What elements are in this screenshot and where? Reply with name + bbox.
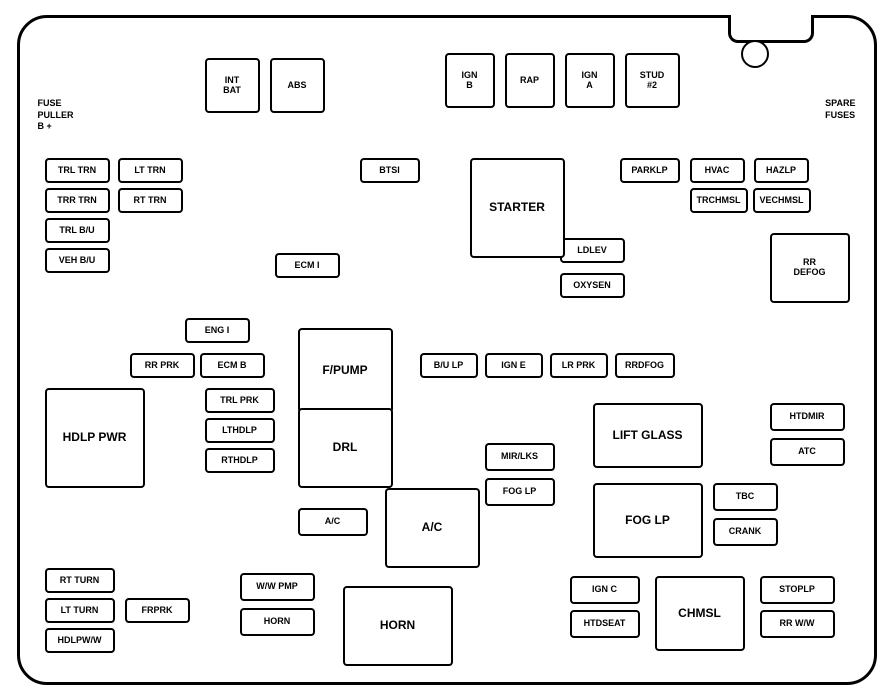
fuse-mir_lks: MIR/LKS (485, 443, 555, 471)
fuse-horn_sm: HORN (240, 608, 315, 636)
fuse-trl_trn: TRL TRN (45, 158, 110, 183)
fuse-trl_prk: TRL PRK (205, 388, 275, 413)
fuse-trr_trn: TRR TRN (45, 188, 110, 213)
fuse-htdseat: HTDSEAT (570, 610, 640, 638)
fuse-rthdlp: RTHDLP (205, 448, 275, 473)
fuse-layout: INTBATABS IGNBRAPIGNASTUD#2 TRL TRN LT TRN T… (30, 28, 864, 672)
fuse-starter: STARTER (470, 158, 565, 258)
fuse-trchmsl: TRCHMSL (690, 188, 748, 213)
fuse-crank: CRANK (713, 518, 778, 546)
fuse-btsi: BTSI (360, 158, 420, 183)
fuse-chmsl: CHMSL (655, 576, 745, 651)
fuse-ign_c: IGN C (570, 576, 640, 604)
fuse-rr_ww: RR W/W (760, 610, 835, 638)
fuse-drl: DRL (298, 408, 393, 488)
fuse-lr_prk: LR PRK (550, 353, 608, 378)
fuse-rt_trn: RT TRN (118, 188, 183, 213)
fuse-ecm_i: ECM I (275, 253, 340, 278)
fuse-stoplp: STOPLP (760, 576, 835, 604)
fuse-abs: ABS (270, 58, 325, 113)
fuse-horn: HORN (343, 586, 453, 666)
fuse-hazlp: HAZLP (754, 158, 809, 183)
fuse-f_pump: F/PUMP (298, 328, 393, 413)
fuse-hvac: HVAC (690, 158, 745, 183)
fuse-htdmir: HTDMIR (770, 403, 845, 431)
fuse-ign_a: IGNA (565, 53, 615, 108)
fuse-int_bat: INTBAT (205, 58, 260, 113)
fuse-frprk: FRPRK (125, 598, 190, 623)
fuse-ldlev: LDLEV (560, 238, 625, 263)
fuse-rr_prk: RR PRK (130, 353, 195, 378)
fuse-box-diagram: FUSEPULLERB + SPAREFUSES INTBATABSIGNBRA… (17, 15, 877, 685)
fuse-parklp: PARKLP (620, 158, 680, 183)
fuse-atc: ATC (770, 438, 845, 466)
fuse-rr_defog: RRDEFOG (770, 233, 850, 303)
fuse-bu_lp: B/U LP (420, 353, 478, 378)
fuse-lt_turn: LT TURN (45, 598, 115, 623)
fuse-lthdlp: LTHDLP (205, 418, 275, 443)
fuse-hdlpww: HDLPW/W (45, 628, 115, 653)
fuse-oxysen: OXYSEN (560, 273, 625, 298)
fuse-vechmsl: VECHMSL (753, 188, 811, 213)
fuse-ign_b: IGNB (445, 53, 495, 108)
fuse-fog_lp_sm: FOG LP (485, 478, 555, 506)
fuse-ww_pmp: W/W PMP (240, 573, 315, 601)
fuse-lift_glass: LIFT GLASS (593, 403, 703, 468)
fuse-ign_e: IGN E (485, 353, 543, 378)
fuse-rap: RAP (505, 53, 555, 108)
fuse-rt_turn: RT TURN (45, 568, 115, 593)
fuse-veh_bu: VEH B/U (45, 248, 110, 273)
fuse-eng_i: ENG I (185, 318, 250, 343)
fuse-lt_trn: LT TRN (118, 158, 183, 183)
fuse-a_c_sm: A/C (298, 508, 368, 536)
fuse-rrdfog: RRDFOG (615, 353, 675, 378)
fuse-hdlp_pwr: HDLP PWR (45, 388, 145, 488)
fuse-fog_lp: FOG LP (593, 483, 703, 558)
fuse-a_c: A/C (385, 488, 480, 568)
fuse-trl_bu: TRL B/U (45, 218, 110, 243)
fuse-ecm_b: ECM B (200, 353, 265, 378)
fuse-tbc: TBC (713, 483, 778, 511)
fuse-stud2: STUD#2 (625, 53, 680, 108)
